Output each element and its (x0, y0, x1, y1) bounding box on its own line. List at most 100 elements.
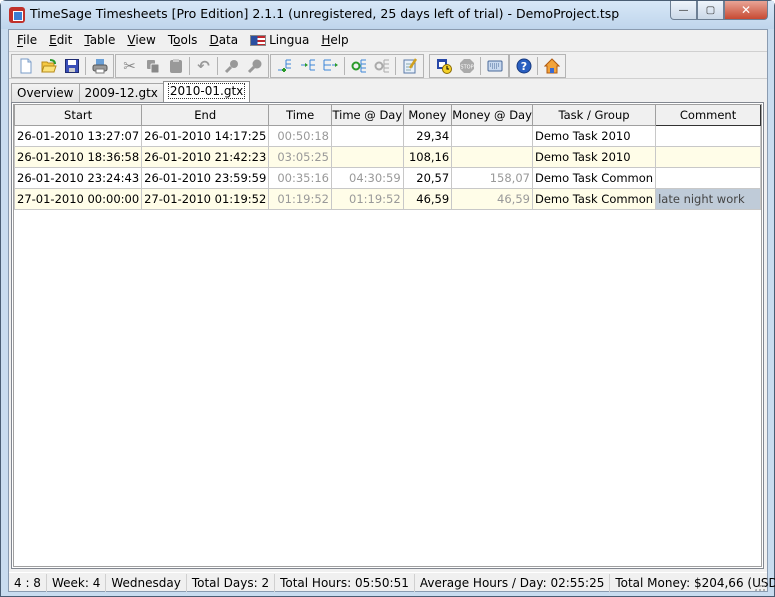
copy-button[interactable] (141, 55, 164, 77)
column-header-money-day[interactable]: Money @ Day (451, 105, 533, 126)
column-header-comment[interactable]: Comment (655, 105, 761, 126)
app-window: TimeSage Timesheets [Pro Edition] 2.1.1 … (0, 0, 775, 597)
toolbar-separator (189, 57, 190, 75)
help-icon: ? (516, 58, 531, 74)
cell-end[interactable]: 26-01-2010 14:17:25 (141, 124, 270, 147)
edit-notes-icon (403, 58, 417, 74)
cell-comment[interactable] (655, 166, 761, 189)
tab-overview[interactable]: Overview (11, 83, 80, 102)
cell-start[interactable]: 27-01-2010 00:00:00 (14, 187, 143, 210)
cell-start[interactable]: 26-01-2010 23:24:43 (14, 166, 143, 189)
cell-time[interactable]: 00:50:18 (268, 124, 332, 147)
calendar-clock-icon (436, 59, 452, 74)
column-header-time[interactable]: Time (268, 105, 332, 126)
print-button[interactable] (88, 55, 111, 77)
cell-time[interactable]: 03:05:25 (268, 145, 332, 168)
cell-task[interactable]: Demo Task 2010 (531, 124, 657, 147)
cell-end[interactable]: 26-01-2010 21:42:23 (141, 145, 270, 168)
cell-end[interactable]: 26-01-2010 23:59:59 (141, 166, 270, 189)
cell-time[interactable]: 01:19:52 (268, 187, 332, 210)
insert-child-icon (300, 59, 315, 71)
cell-task[interactable]: Demo Task 2010 (531, 145, 657, 168)
refresh-rows-button[interactable] (347, 55, 370, 77)
save-button[interactable] (60, 55, 83, 77)
status-bar: 4 : 8 Week: 4 Wednesday Total Days: 2 To… (9, 572, 775, 593)
cell-time-day[interactable]: 04:30:59 (331, 166, 404, 189)
client-area: File Edit Table View Tools Data Lingua H… (8, 29, 775, 593)
column-header-end[interactable]: End (141, 105, 270, 126)
cell-money[interactable]: 46,59 (402, 187, 453, 210)
header-row: Start End Time Time @ Day Money Money @ … (14, 105, 761, 126)
paste-button[interactable] (164, 55, 187, 77)
find-next-button[interactable] (243, 55, 266, 77)
cell-money-day[interactable] (451, 124, 533, 147)
cell-start[interactable]: 26-01-2010 18:36:58 (14, 145, 143, 168)
cell-money[interactable]: 20,57 (402, 166, 453, 189)
new-button[interactable] (14, 55, 37, 77)
cell-end[interactable]: 27-01-2010 01:19:52 (141, 187, 270, 210)
minimize-button[interactable]: — (670, 1, 697, 20)
app-icon[interactable] (9, 7, 25, 23)
menu-file[interactable]: File (11, 30, 43, 50)
stop-button[interactable]: STOP (455, 55, 478, 77)
menu-help[interactable]: Help (315, 30, 354, 50)
cell-comment[interactable] (655, 124, 761, 147)
table-row[interactable]: 26-01-2010 18:36:58 26-01-2010 21:42:23 … (14, 145, 761, 168)
cell-time-day[interactable] (331, 145, 404, 168)
refresh-disabled-button[interactable] (370, 55, 393, 77)
keyboard-button[interactable] (483, 55, 506, 77)
cell-comment-selected[interactable]: late night work (655, 187, 761, 210)
column-header-task[interactable]: Task / Group (531, 105, 657, 126)
append-row-button[interactable] (319, 55, 342, 77)
keyboard-icon (487, 60, 502, 72)
timesheet-grid[interactable]: Start End Time Time @ Day Money Money @ … (11, 102, 764, 569)
menu-lingua[interactable]: Lingua (244, 30, 315, 50)
cell-money[interactable]: 108,16 (402, 145, 453, 168)
status-total-days: Total Days: 2 (187, 574, 276, 592)
refresh-rows-icon (351, 59, 366, 73)
home-button[interactable] (540, 55, 563, 77)
column-header-start[interactable]: Start (14, 105, 143, 126)
cell-money-day[interactable] (451, 145, 533, 168)
status-total-hours: Total Hours: 05:50:51 (275, 574, 415, 592)
tab-2009-12[interactable]: 2009-12.gtx (78, 83, 164, 102)
timesheet-table: Start End Time Time @ Day Money Money @ … (14, 105, 761, 210)
menu-table[interactable]: Table (78, 30, 121, 50)
menu-data[interactable]: Data (203, 30, 244, 50)
help-button[interactable]: ? (512, 55, 535, 77)
cell-money-day[interactable]: 46,59 (451, 187, 533, 210)
close-button[interactable]: ✕ (724, 1, 768, 20)
title-bar[interactable]: TimeSage Timesheets [Pro Edition] 2.1.1 … (1, 1, 774, 29)
cell-time-day[interactable]: 01:19:52 (331, 187, 404, 210)
column-header-time-day[interactable]: Time @ Day (331, 105, 404, 126)
cell-task[interactable]: Demo Task Common (531, 166, 657, 189)
cell-money-day[interactable]: 158,07 (451, 166, 533, 189)
insert-row-button[interactable] (273, 55, 296, 77)
table-row[interactable]: 27-01-2010 00:00:00 27-01-2010 01:19:52 … (14, 187, 761, 210)
tab-2010-01[interactable]: 2010-01.gtx (162, 81, 251, 102)
menu-edit[interactable]: Edit (43, 30, 78, 50)
status-total-money: Total Money: $204,66 (USD) (610, 574, 775, 592)
table-row[interactable]: 26-01-2010 23:24:43 26-01-2010 23:59:59 … (14, 166, 761, 189)
undo-button[interactable]: ↶ (192, 55, 215, 77)
table-row[interactable]: 26-01-2010 13:27:07 26-01-2010 14:17:25 … (14, 124, 761, 147)
insert-child-button[interactable] (296, 55, 319, 77)
calendar-clock-button[interactable] (432, 55, 455, 77)
cell-start[interactable]: 26-01-2010 13:27:07 (14, 124, 143, 147)
paste-icon (169, 59, 182, 73)
cell-money[interactable]: 29,34 (402, 124, 453, 147)
menu-tools[interactable]: Tools (162, 30, 204, 50)
edit-notes-button[interactable] (398, 55, 421, 77)
open-button[interactable] (37, 55, 60, 77)
column-header-money[interactable]: Money (402, 105, 453, 126)
menu-view[interactable]: View (121, 30, 161, 50)
cell-task[interactable]: Demo Task Common (531, 187, 657, 210)
cell-comment[interactable] (655, 145, 761, 168)
open-folder-icon (40, 59, 57, 73)
cut-button[interactable]: ✂ (118, 55, 141, 77)
cell-time[interactable]: 00:35:16 (268, 166, 332, 189)
svg-text:?: ? (520, 60, 526, 73)
cell-time-day[interactable] (331, 124, 404, 147)
maximize-button[interactable]: ▢ (697, 1, 724, 20)
find-button[interactable] (220, 55, 243, 77)
